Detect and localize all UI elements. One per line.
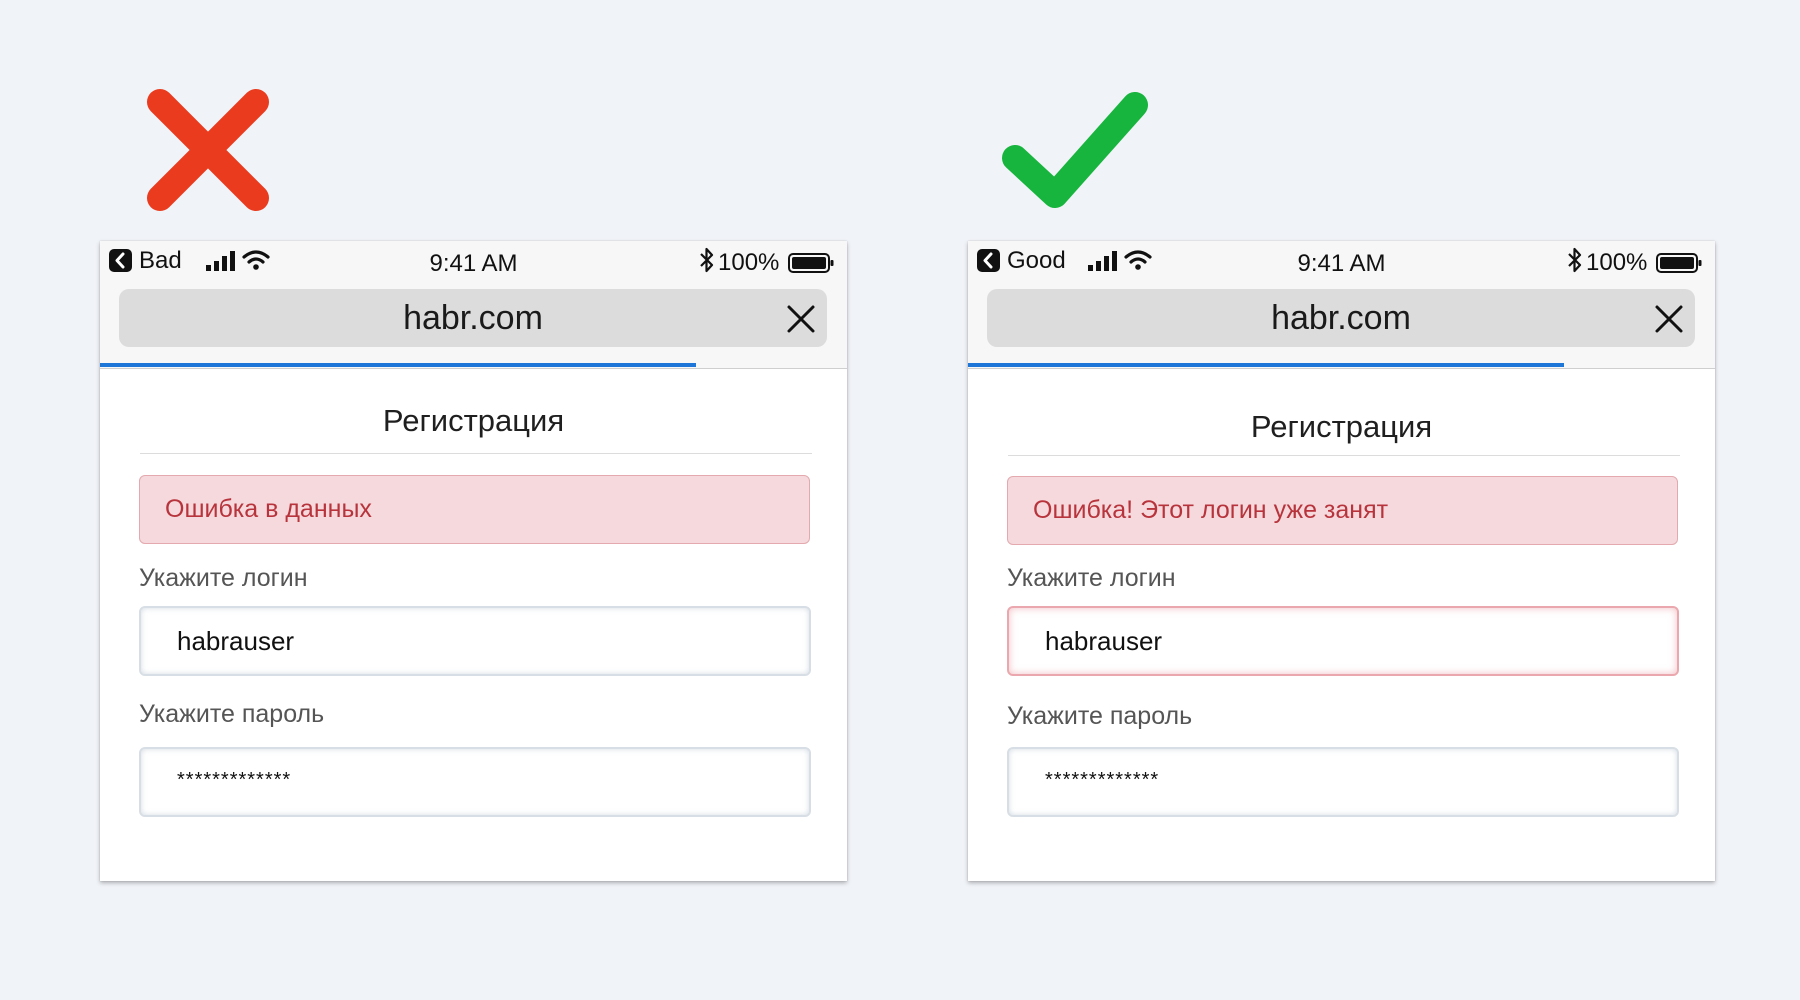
error-alert: Ошибка в данных bbox=[139, 475, 810, 544]
phone-screen-bad: Bad 9:41 AM 100% habr.com Регистрация Ош… bbox=[100, 241, 847, 881]
url-text: habr.com bbox=[1271, 299, 1411, 337]
login-input[interactable]: habrauser bbox=[139, 606, 811, 676]
password-label: Укажите пароль bbox=[1007, 702, 1193, 730]
login-value: habrauser bbox=[1045, 626, 1163, 656]
page-title: Регистрация bbox=[1250, 409, 1433, 444]
error-alert: Ошибка! Этот логин уже занят bbox=[1007, 476, 1678, 545]
password-value: ************* bbox=[1045, 769, 1160, 791]
browser-chrome: Good 9:41 AM 100% habr.com bbox=[968, 241, 1715, 369]
login-input[interactable]: habrauser bbox=[1007, 606, 1679, 676]
registration-form: Регистрация Ошибка в данных Укажите логи… bbox=[100, 369, 847, 881]
error-message: Ошибка в данных bbox=[165, 495, 372, 523]
address-bar[interactable]: habr.com bbox=[119, 289, 827, 347]
title-divider bbox=[1008, 455, 1680, 456]
status-bar: Good 9:41 AM 100% bbox=[968, 241, 1715, 281]
battery-percent: 100% bbox=[1586, 249, 1648, 276]
login-label: Укажите логин bbox=[139, 564, 308, 592]
login-value: habrauser bbox=[177, 626, 295, 656]
address-bar[interactable]: habr.com bbox=[987, 289, 1695, 347]
phone-screen-good: Good 9:41 AM 100% habr.com Регистрация О… bbox=[968, 241, 1715, 881]
page-load-progress bbox=[100, 363, 696, 367]
url-text: habr.com bbox=[403, 299, 543, 337]
close-icon[interactable] bbox=[1654, 304, 1684, 334]
battery-percent: 100% bbox=[718, 249, 780, 276]
password-input[interactable]: ************* bbox=[1007, 747, 1679, 817]
login-label: Укажите логин bbox=[1007, 564, 1176, 592]
password-value: ************* bbox=[177, 769, 292, 791]
battery-icon bbox=[1656, 253, 1702, 273]
password-input[interactable]: ************* bbox=[139, 747, 811, 817]
cross-icon bbox=[147, 89, 269, 211]
page-title: Регистрация bbox=[382, 403, 565, 438]
checkmark-icon bbox=[1002, 92, 1148, 208]
bluetooth-icon bbox=[1568, 247, 1582, 273]
battery-icon bbox=[788, 253, 834, 273]
page-load-progress bbox=[968, 363, 1564, 367]
close-icon[interactable] bbox=[786, 304, 816, 334]
browser-chrome: Bad 9:41 AM 100% habr.com bbox=[100, 241, 847, 369]
password-label: Укажите пароль bbox=[139, 700, 325, 728]
bluetooth-icon bbox=[700, 247, 714, 273]
error-message: Ошибка! Этот логин уже занят bbox=[1033, 496, 1389, 524]
title-divider bbox=[140, 453, 812, 454]
status-bar: Bad 9:41 AM 100% bbox=[100, 241, 847, 281]
registration-form: Регистрация Ошибка! Этот логин уже занят… bbox=[968, 369, 1715, 881]
